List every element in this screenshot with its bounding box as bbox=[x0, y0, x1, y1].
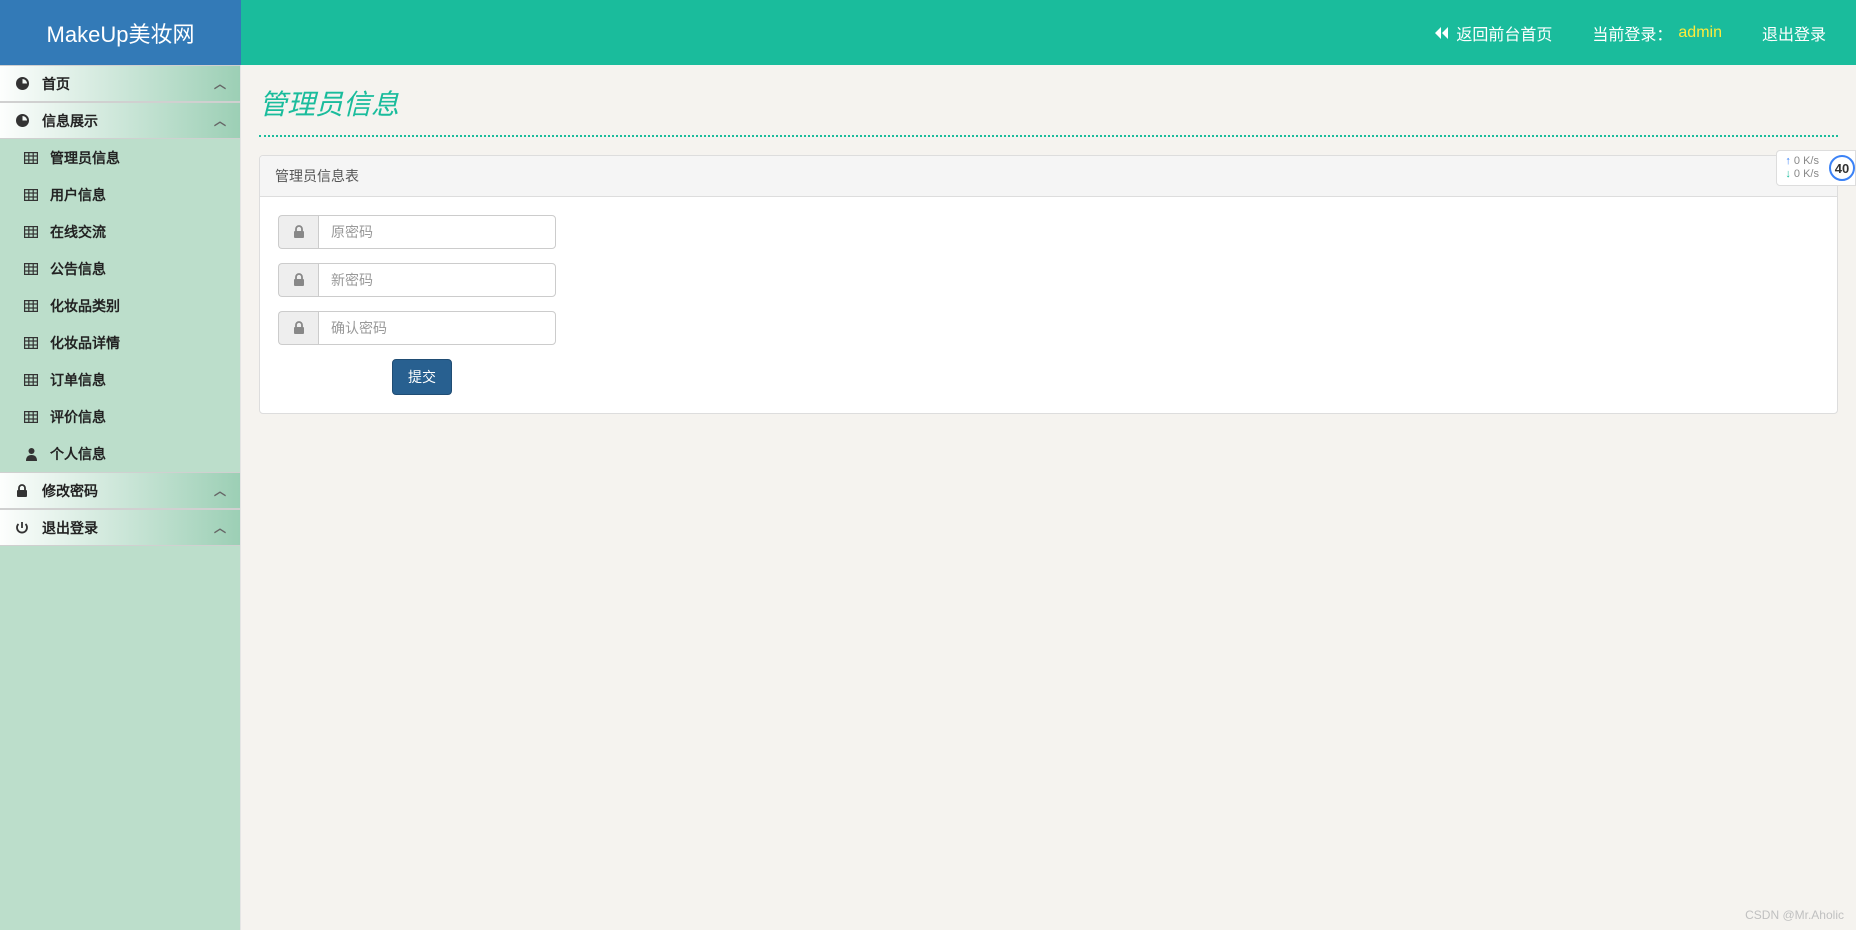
rewind-icon bbox=[1434, 26, 1450, 40]
panel-admin-info: 管理员信息表 bbox=[259, 155, 1838, 414]
sidebar-sub-label: 化妆品详情 bbox=[50, 333, 120, 353]
net-down-value: 0 K/s bbox=[1794, 169, 1819, 180]
sidebar-sub-personal-info[interactable]: 个人信息 bbox=[0, 435, 240, 472]
brand-logo: MakeUp美妆网 bbox=[0, 0, 241, 65]
logout-label: 退出登录 bbox=[1762, 21, 1826, 45]
login-label: 当前登录： bbox=[1592, 21, 1672, 45]
sidebar-sub-label: 化妆品类别 bbox=[50, 296, 120, 316]
net-up-value: 0 K/s bbox=[1794, 156, 1819, 167]
sidebar-item-logout[interactable]: 退出登录 ︿ bbox=[0, 509, 240, 546]
arrow-up-icon: ↑ bbox=[1785, 156, 1791, 167]
sidebar-change-pwd-label: 修改密码 bbox=[42, 481, 98, 501]
chevron-up-icon: ︿ bbox=[214, 112, 226, 129]
divider bbox=[259, 135, 1838, 137]
sidebar-sub-order-info[interactable]: 订单信息 bbox=[0, 361, 240, 398]
network-speed-widget: ↑0 K/s ↓0 K/s 40 bbox=[1776, 150, 1856, 186]
panel-title: 管理员信息表 bbox=[260, 156, 1837, 197]
table-icon bbox=[24, 151, 38, 165]
sidebar-sub-label: 订单信息 bbox=[50, 370, 106, 390]
power-icon bbox=[14, 520, 30, 536]
arrow-down-icon: ↓ bbox=[1785, 169, 1791, 180]
table-icon bbox=[24, 410, 38, 424]
confirm-password-input[interactable] bbox=[318, 311, 556, 345]
confirm-password-group bbox=[278, 311, 556, 345]
lock-icon bbox=[278, 311, 318, 345]
sidebar-sub-user-info[interactable]: 用户信息 bbox=[0, 176, 240, 213]
sidebar-sub-online-chat[interactable]: 在线交流 bbox=[0, 213, 240, 250]
sidebar-sub-label: 评价信息 bbox=[50, 407, 106, 427]
top-nav: 返回前台首页 当前登录： admin 退出登录 bbox=[241, 0, 1856, 65]
watermark: CSDN @Mr.Aholic bbox=[1745, 908, 1844, 922]
table-icon bbox=[24, 373, 38, 387]
old-password-input[interactable] bbox=[318, 215, 556, 249]
login-user: admin bbox=[1678, 24, 1722, 42]
sidebar-sub-admin-info[interactable]: 管理员信息 bbox=[0, 139, 240, 176]
sidebar-sub-notice-info[interactable]: 公告信息 bbox=[0, 250, 240, 287]
dashboard-icon bbox=[14, 113, 30, 129]
sidebar-sub-cosmetic-cat[interactable]: 化妆品类别 bbox=[0, 287, 240, 324]
table-icon bbox=[24, 299, 38, 313]
sidebar-sub-label: 管理员信息 bbox=[50, 148, 120, 168]
chevron-up-icon: ︿ bbox=[214, 75, 226, 92]
lock-icon bbox=[278, 215, 318, 249]
user-icon bbox=[24, 447, 38, 461]
lock-icon bbox=[278, 263, 318, 297]
sidebar-logout-label: 退出登录 bbox=[42, 518, 98, 538]
table-icon bbox=[24, 262, 38, 276]
table-icon bbox=[24, 225, 38, 239]
current-login: 当前登录： admin bbox=[1592, 21, 1722, 45]
back-home-link[interactable]: 返回前台首页 bbox=[1434, 21, 1552, 45]
lock-icon bbox=[14, 483, 30, 499]
new-password-group bbox=[278, 263, 556, 297]
new-password-input[interactable] bbox=[318, 263, 556, 297]
table-icon bbox=[24, 336, 38, 350]
sidebar: 首页 ︿ 信息展示 ︿ 管理员信息 用户信息 在线交流 公告信息 bbox=[0, 65, 241, 930]
dashboard-icon bbox=[14, 76, 30, 92]
sidebar-home-label: 首页 bbox=[42, 74, 70, 94]
page-title: 管理员信息 bbox=[259, 83, 1838, 123]
sidebar-sub-label: 用户信息 bbox=[50, 185, 106, 205]
sidebar-sub-label: 在线交流 bbox=[50, 222, 106, 242]
sidebar-item-info-display[interactable]: 信息展示 ︿ bbox=[0, 102, 240, 139]
sidebar-item-home[interactable]: 首页 ︿ bbox=[0, 65, 240, 102]
back-home-label: 返回前台首页 bbox=[1456, 21, 1552, 45]
sidebar-sub-review-info[interactable]: 评价信息 bbox=[0, 398, 240, 435]
chevron-up-icon: ︿ bbox=[214, 482, 226, 499]
table-icon bbox=[24, 188, 38, 202]
sidebar-info-display-label: 信息展示 bbox=[42, 111, 98, 131]
net-circle-value: 40 bbox=[1829, 155, 1855, 181]
main-content: 管理员信息 管理员信息表 bbox=[241, 65, 1856, 930]
sidebar-item-change-pwd[interactable]: 修改密码 ︿ bbox=[0, 472, 240, 509]
chevron-up-icon: ︿ bbox=[214, 519, 226, 536]
old-password-group bbox=[278, 215, 556, 249]
sidebar-sub-label: 公告信息 bbox=[50, 259, 106, 279]
logout-link[interactable]: 退出登录 bbox=[1762, 21, 1826, 45]
submit-button[interactable]: 提交 bbox=[392, 359, 452, 395]
sidebar-sub-label: 个人信息 bbox=[50, 444, 106, 464]
sidebar-sub-cosmetic-detail[interactable]: 化妆品详情 bbox=[0, 324, 240, 361]
